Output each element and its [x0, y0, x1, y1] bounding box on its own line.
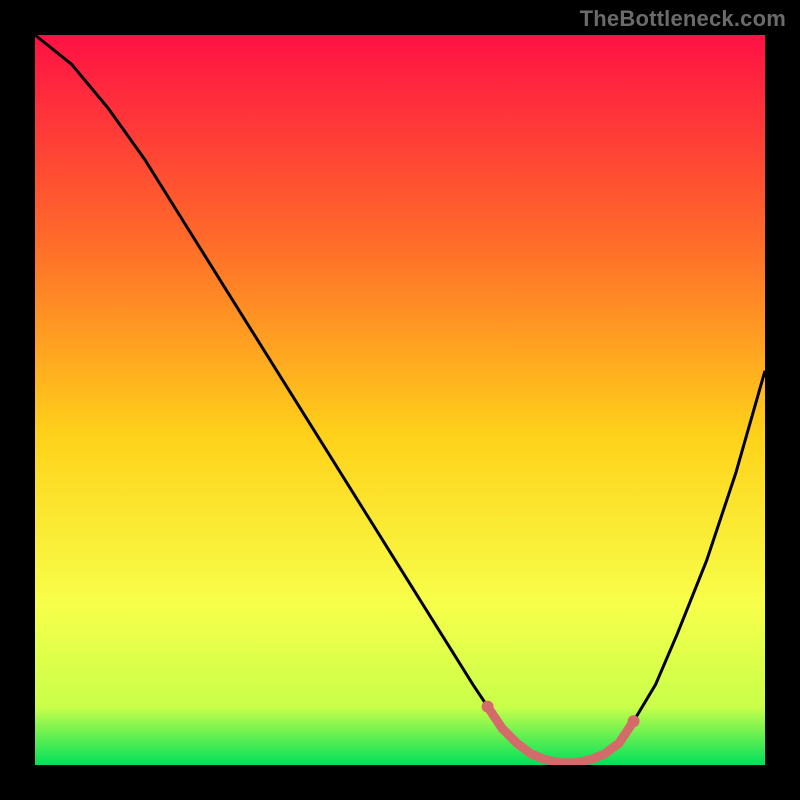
chart-frame — [35, 35, 765, 765]
optimal-range-start-dot — [482, 701, 494, 713]
bottleneck-curve-chart — [35, 35, 765, 765]
attribution-label: TheBottleneck.com — [580, 6, 786, 32]
optimal-range-end-dot — [628, 715, 640, 727]
gradient-background — [35, 35, 765, 765]
